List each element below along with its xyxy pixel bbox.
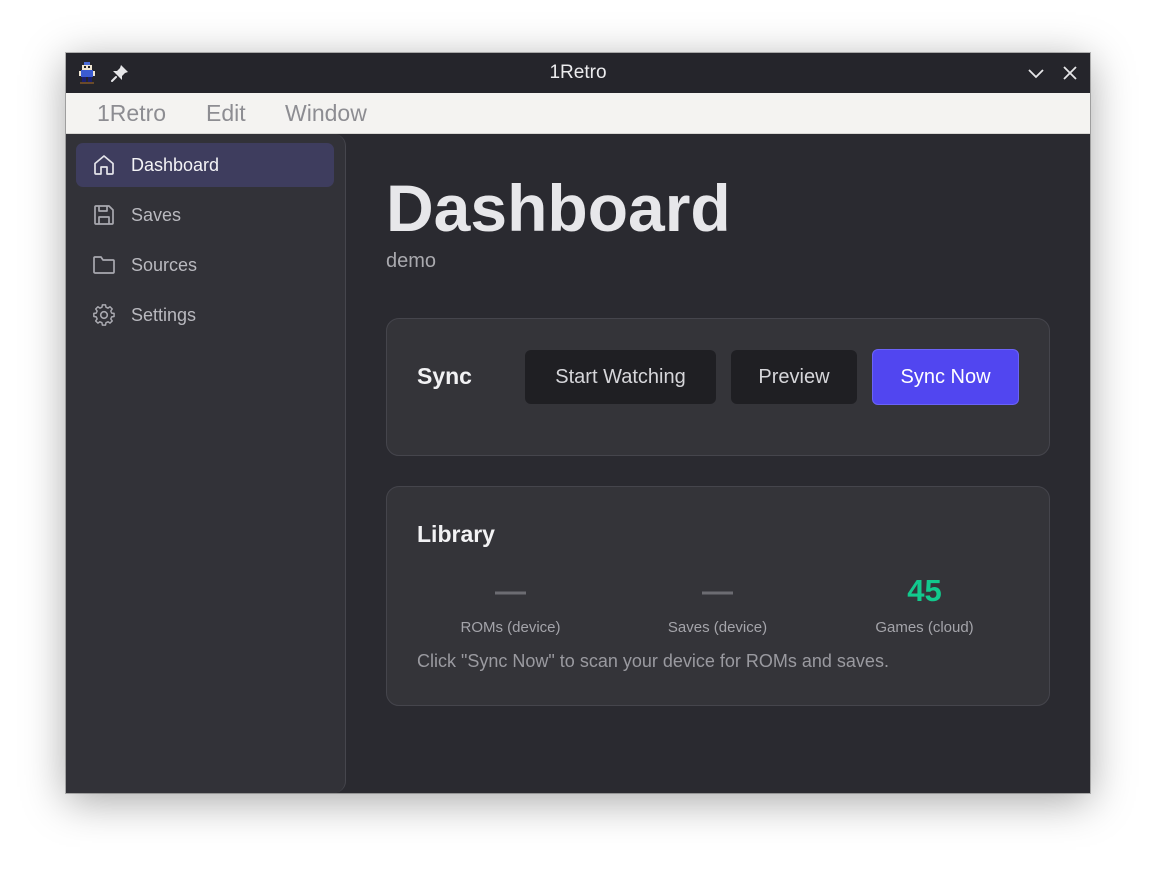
- stat-roms-device: — ROMs (device): [407, 571, 614, 636]
- page-subtitle: demo: [386, 250, 437, 272]
- folder-icon: [92, 253, 116, 277]
- page-title: Dashboard: [386, 171, 731, 245]
- sidebar: Dashboard Saves Sources Settings: [66, 134, 346, 793]
- menu-bar: 1Retro Edit Window: [66, 93, 1090, 134]
- menu-window[interactable]: Window: [285, 93, 367, 133]
- main-content: Dashboard demo Sync Start Watching Previ…: [346, 134, 1090, 793]
- library-hint: Click "Sync Now" to scan your device for…: [417, 651, 889, 671]
- sidebar-item-settings[interactable]: Settings: [76, 293, 334, 337]
- stat-label: Saves (device): [667, 619, 768, 636]
- sync-now-button[interactable]: Sync Now: [872, 349, 1019, 405]
- close-icon[interactable]: [1060, 63, 1080, 83]
- stat-games-cloud: 45 Games (cloud): [821, 571, 1028, 636]
- menu-1retro[interactable]: 1Retro: [97, 93, 166, 133]
- title-bar: 1Retro: [66, 53, 1090, 93]
- library-card-title: Library: [417, 521, 495, 547]
- start-watching-button[interactable]: Start Watching: [525, 350, 716, 404]
- save-icon: [92, 203, 116, 227]
- library-card: Library — ROMs (device) — Saves (device)…: [386, 486, 1050, 706]
- sidebar-item-label: Sources: [131, 255, 198, 275]
- stat-label: Games (cloud): [875, 619, 974, 636]
- sidebar-item-label: Dashboard: [131, 155, 220, 175]
- window-title: 1Retro: [549, 62, 607, 83]
- sync-card-title: Sync: [417, 363, 472, 389]
- sidebar-item-sources[interactable]: Sources: [76, 243, 334, 287]
- sidebar-item-label: Saves: [131, 205, 182, 225]
- sidebar-item-dashboard[interactable]: Dashboard: [76, 143, 334, 187]
- stat-value: 45: [907, 573, 942, 608]
- sync-card: Sync Start Watching Preview Sync Now: [386, 318, 1050, 456]
- stat-label: ROMs (device): [460, 619, 561, 636]
- sidebar-item-label: Settings: [131, 305, 197, 325]
- stat-value: —: [702, 573, 733, 608]
- preview-button[interactable]: Preview: [731, 350, 857, 404]
- menu-edit[interactable]: Edit: [206, 93, 246, 133]
- home-icon: [92, 153, 116, 177]
- app-window: 1Retro 1Retro Edit Window Dashboard Save…: [66, 53, 1090, 793]
- chevron-down-icon[interactable]: [1026, 63, 1046, 83]
- stat-value: —: [495, 573, 526, 608]
- gear-icon: [92, 303, 116, 327]
- stat-saves-device: — Saves (device): [614, 571, 821, 636]
- sidebar-item-saves[interactable]: Saves: [76, 193, 334, 237]
